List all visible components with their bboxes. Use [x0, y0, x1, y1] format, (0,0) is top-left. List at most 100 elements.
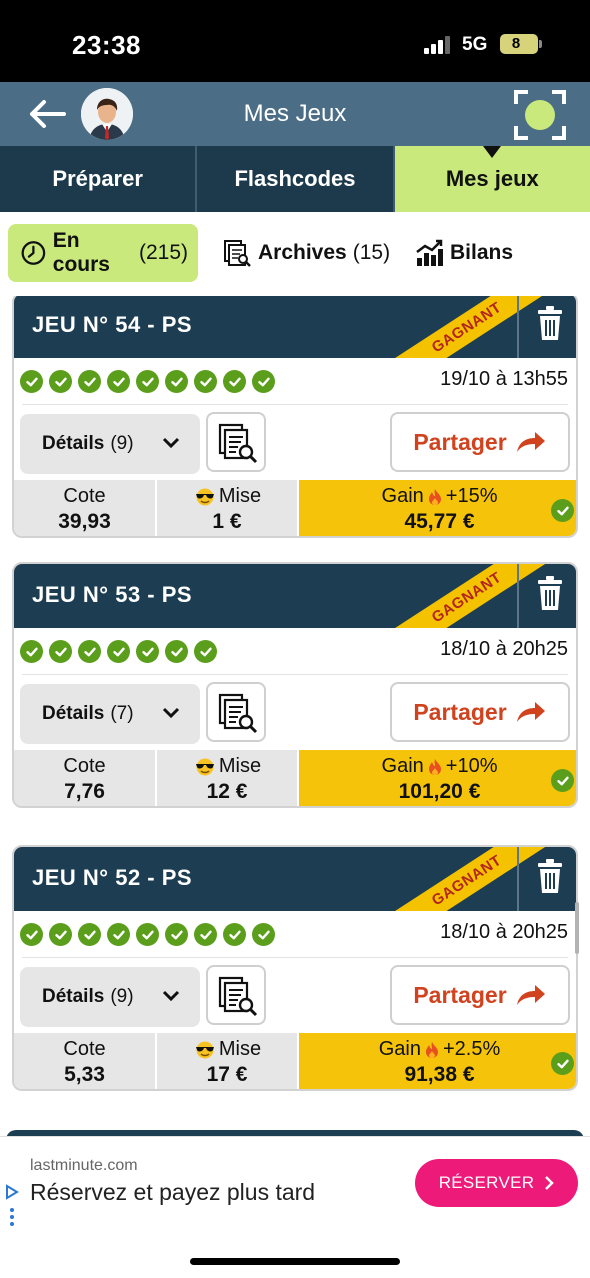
tab-mes-jeux[interactable]: Mes jeux — [394, 146, 590, 212]
cote-label: Cote — [63, 755, 106, 778]
filter-label: En cours — [52, 229, 110, 276]
details-button[interactable]: Détails (9) — [20, 414, 200, 474]
gain-value: 91,38 € — [404, 1063, 475, 1087]
share-label: Partager — [413, 981, 507, 1008]
sunglasses-emoji-icon — [195, 1041, 214, 1059]
mise-label: Mise — [218, 1038, 262, 1061]
cote-value: 5,33 — [64, 1063, 105, 1087]
cote-cell: Cote 7,76 — [14, 750, 155, 806]
cote-label: Cote — [63, 1038, 106, 1061]
filter-en-cours[interactable]: En cours (215) — [8, 224, 198, 282]
gain-value: 101,20 € — [398, 780, 481, 804]
sunglasses-emoji-icon — [195, 758, 214, 776]
check-icon — [194, 923, 217, 946]
filter-bilans[interactable]: Bilans — [414, 224, 519, 282]
check-icon — [78, 640, 101, 663]
gain-percent: +2.5% — [442, 1038, 501, 1061]
mise-cell: Mise 1 € — [157, 480, 297, 536]
chevron-down-icon — [162, 707, 180, 719]
scan-icon[interactable] — [514, 90, 566, 140]
cote-cell: Cote 5,33 — [14, 1033, 155, 1089]
ad-source: lastminute.com — [30, 1157, 138, 1174]
details-label: Détails — [42, 433, 105, 454]
check-icon — [165, 640, 188, 663]
flame-icon — [425, 1041, 438, 1058]
cote-cell: Cote 39,93 — [14, 480, 155, 536]
filter-label: Bilans — [450, 241, 514, 264]
share-button[interactable]: Partager — [390, 682, 570, 742]
cote-value: 39,93 — [58, 510, 111, 534]
avatar[interactable] — [81, 88, 133, 140]
mise-label: Mise — [218, 755, 262, 778]
check-icon — [107, 370, 130, 393]
view-ticket-button[interactable] — [206, 682, 266, 742]
home-indicator — [190, 1258, 400, 1265]
check-icon — [252, 923, 275, 946]
signal-icon — [424, 36, 452, 54]
winner-ribbon: GAGNANT — [379, 847, 555, 911]
share-button[interactable]: Partager — [390, 965, 570, 1025]
game-card[interactable]: JEU N° 54 - PS GAGNANT 19/10 à 13h55 Dét… — [12, 296, 578, 538]
ad-banner[interactable]: lastminute.com Réservez et payez plus ta… — [0, 1136, 590, 1228]
back-arrow-icon[interactable] — [28, 98, 68, 130]
mise-value: 1 € — [212, 510, 242, 534]
check-icon — [136, 640, 159, 663]
card-header: JEU N° 53 - PS GAGNANT — [14, 564, 576, 628]
trash-icon[interactable] — [536, 859, 564, 895]
view-ticket-button[interactable] — [206, 412, 266, 472]
check-icon — [20, 370, 43, 393]
games-list[interactable]: JEU N° 54 - PS GAGNANT 19/10 à 13h55 Dét… — [0, 296, 590, 1136]
mise-cell: Mise 12 € — [157, 750, 297, 806]
flame-icon — [428, 758, 441, 775]
document-search-icon — [218, 423, 258, 464]
filter-archives[interactable]: Archives (15) — [222, 224, 390, 282]
tab-preparer[interactable]: Préparer — [0, 146, 198, 212]
filter-bar: En cours (215) Archives (15) Bilans — [0, 212, 590, 296]
gain-cell: Gain +10% 101,20 € — [299, 750, 576, 806]
share-label: Partager — [413, 698, 507, 725]
card-stats: Cote 5,33 Mise 17 € Gain +2.5% 91,38 € — [14, 1033, 576, 1089]
filter-count: (15) — [352, 241, 391, 264]
check-icon — [194, 640, 217, 663]
filter-label: Archives — [258, 241, 347, 264]
ad-choices-icon[interactable] — [5, 1184, 19, 1200]
trash-icon[interactable] — [536, 306, 564, 342]
status-time: 23:38 — [72, 30, 141, 60]
game-card[interactable]: JEU N° 53 - PS GAGNANT 18/10 à 20h25 Dét… — [12, 562, 578, 808]
check-icon — [551, 769, 574, 792]
details-button[interactable]: Détails (9) — [20, 967, 200, 1027]
flame-icon — [428, 488, 441, 505]
scrollbar[interactable] — [575, 902, 579, 954]
ad-cta-button[interactable]: RÉSERVER — [415, 1159, 578, 1207]
gain-percent: +15% — [445, 485, 498, 508]
gain-cell: Gain +15% 45,77 € — [299, 480, 576, 536]
cote-label: Cote — [63, 485, 106, 508]
gain-label: Gain — [381, 485, 424, 508]
trash-icon[interactable] — [536, 576, 564, 612]
check-icon — [194, 370, 217, 393]
ad-menu-icon[interactable] — [9, 1207, 15, 1227]
sunglasses-emoji-icon — [195, 488, 214, 506]
filter-count: (215) — [138, 241, 188, 264]
gain-label: Gain — [381, 755, 424, 778]
share-arrow-icon — [516, 702, 545, 722]
check-icon — [107, 923, 130, 946]
gain-cell: Gain +2.5% 91,38 € — [299, 1033, 576, 1089]
archive-icon — [224, 240, 251, 267]
share-button[interactable]: Partager — [390, 412, 570, 472]
card-date: 18/10 à 20h25 — [440, 921, 568, 943]
view-ticket-button[interactable] — [206, 965, 266, 1025]
check-icon — [78, 370, 101, 393]
tab-flashcodes[interactable]: Flashcodes — [197, 146, 395, 212]
gain-label: Gain — [378, 1038, 421, 1061]
card-header: JEU N° 54 - PS GAGNANT — [14, 296, 576, 358]
mise-label: Mise — [218, 485, 262, 508]
card-stats: Cote 7,76 Mise 12 € Gain +10% 101,20 € — [14, 750, 576, 806]
check-icon — [551, 499, 574, 522]
card-title: JEU N° 54 - PS — [32, 312, 193, 337]
card-title: JEU N° 52 - PS — [32, 865, 193, 890]
network-label: 5G — [462, 34, 488, 55]
game-card[interactable]: JEU N° 52 - PS GAGNANT 18/10 à 20h25 Dét… — [12, 845, 578, 1091]
details-button[interactable]: Détails (7) — [20, 684, 200, 744]
details-label: Détails — [42, 986, 105, 1007]
